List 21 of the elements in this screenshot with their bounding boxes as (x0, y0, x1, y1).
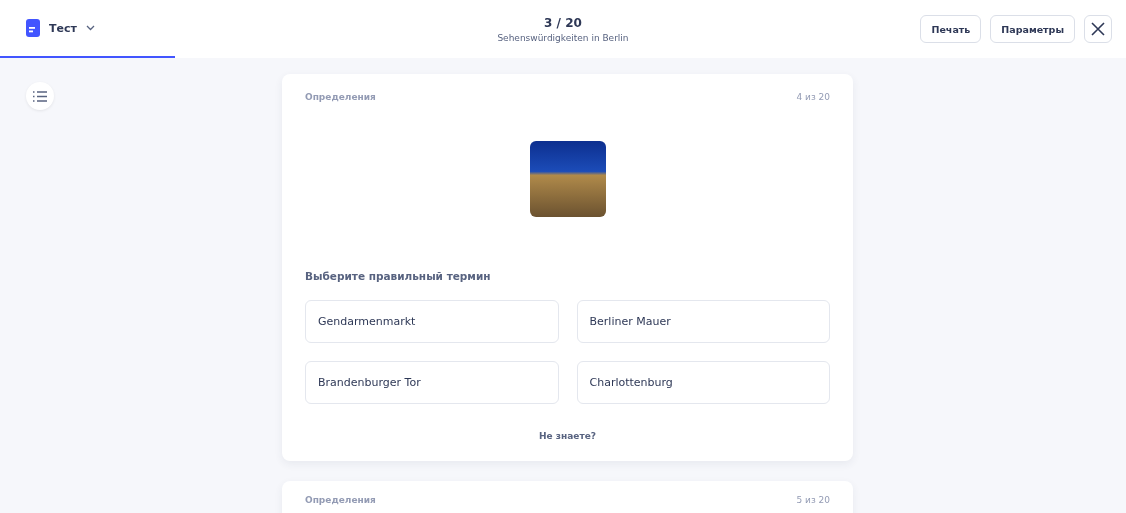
header-button[interactable]: Печать (920, 15, 982, 43)
document-icon (26, 19, 40, 37)
test-mode-tab[interactable]: Тест (0, 0, 175, 58)
category-label: Определения (305, 495, 376, 505)
close-icon (1091, 22, 1105, 36)
question-counter: 5 из 20 (796, 495, 830, 505)
category-label: Определения (305, 92, 376, 102)
answer-option[interactable]: Gendarmenmarkt (305, 300, 559, 343)
question-counter: 4 из 20 (796, 92, 830, 102)
answer-option[interactable]: Berliner Mauer (576, 300, 830, 343)
chevron-down-icon (85, 25, 95, 31)
close-button[interactable] (1084, 15, 1112, 43)
set-title: Sehenswürdigkeiten in Berlin (497, 32, 629, 43)
answer-option[interactable]: Charlottenburg (576, 361, 830, 404)
answer-option[interactable]: Brandenburger Tor (305, 361, 559, 404)
list-icon (33, 90, 47, 102)
progress-counter: 3 / 20 (544, 15, 582, 30)
header-button[interactable]: Параметры (990, 15, 1075, 43)
dont-know-link[interactable]: Не знаете? (539, 431, 596, 441)
question-prompt: Выберите правильный термин (305, 270, 492, 282)
list-toggle-button[interactable] (26, 82, 54, 110)
